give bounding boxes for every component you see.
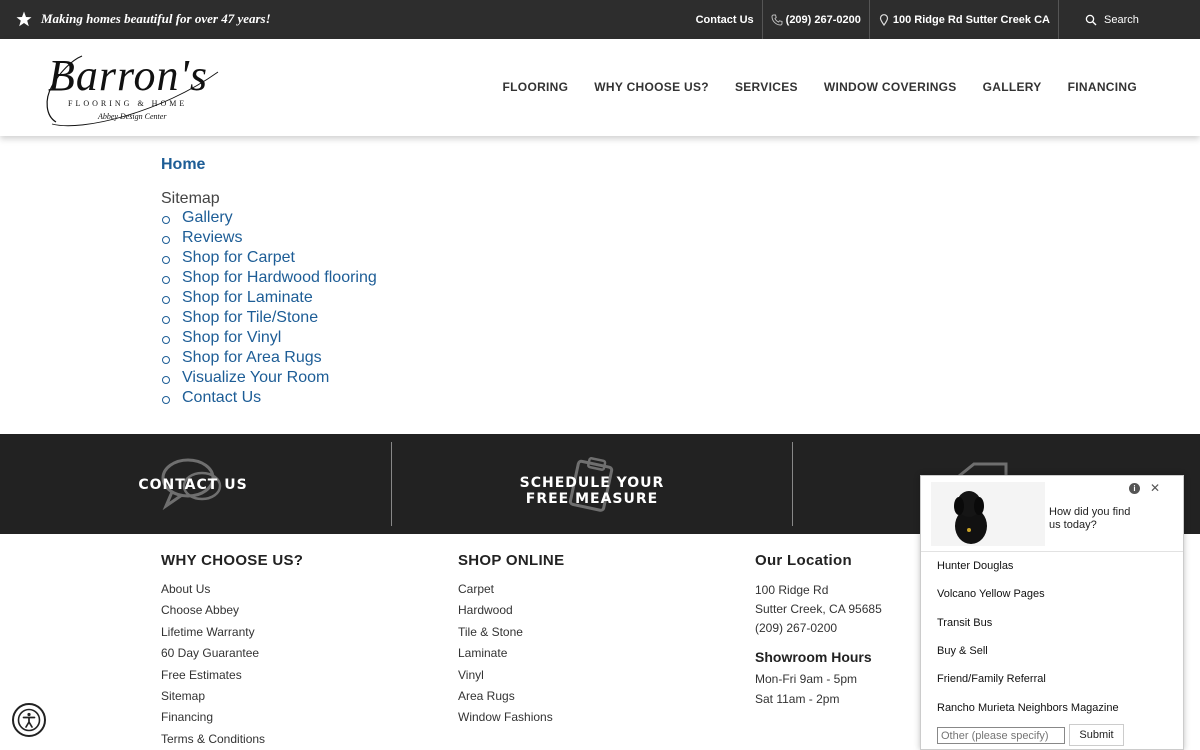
info-icon[interactable]: i xyxy=(1129,483,1140,494)
logo-script: Barron's xyxy=(48,51,209,100)
cta-divider xyxy=(391,442,392,526)
tagline: Making homes beautiful for over 47 years… xyxy=(16,11,271,27)
sitemap-list: Gallery Reviews Shop for Carpet Shop for… xyxy=(161,208,377,408)
sitemap-title: Sitemap xyxy=(161,190,220,207)
survey-divider xyxy=(921,551,1183,552)
survey-submit-button[interactable]: Submit xyxy=(1069,724,1124,746)
nav-flooring[interactable]: FLOORING xyxy=(503,80,569,94)
star-icon xyxy=(16,11,32,27)
survey-option[interactable]: Friend/Family Referral xyxy=(937,673,1046,685)
nav-window-coverings[interactable]: WINDOW COVERINGS xyxy=(824,80,957,94)
survey-question: How did you find us today? xyxy=(1049,506,1131,531)
sitemap-item[interactable]: Shop for Hardwood flooring xyxy=(161,268,377,288)
cta-schedule-line1: SCHEDULE YOUR xyxy=(519,475,665,491)
search-icon xyxy=(1085,14,1097,25)
footer-link[interactable]: Sitemap xyxy=(161,688,303,709)
logo-subtitle: FLOORING & HOME xyxy=(68,99,188,108)
footer-link[interactable]: Free Estimates xyxy=(161,667,303,688)
survey-other-input[interactable] xyxy=(937,727,1065,744)
footer-link[interactable]: Carpet xyxy=(458,581,564,602)
nav-services[interactable]: SERVICES xyxy=(735,80,798,94)
sitemap-item[interactable]: Gallery xyxy=(161,208,377,228)
footer-link[interactable]: About Us xyxy=(161,581,303,602)
cta-contact-label: CONTACT US xyxy=(138,477,248,493)
footer-hours-sat: Sat 11am - 2pm xyxy=(755,692,840,706)
accessibility-button[interactable] xyxy=(12,703,46,737)
footer-link[interactable]: Area Rugs xyxy=(458,688,564,709)
footer-street: 100 Ridge Rd xyxy=(755,583,829,597)
main-content: Home Sitemap Gallery Reviews Shop for Ca… xyxy=(161,156,377,408)
puppy-illustration xyxy=(954,491,987,544)
address-label: 100 Ridge Rd Sutter Creek CA xyxy=(892,13,1050,26)
survey-option[interactable]: Buy & Sell xyxy=(937,645,988,657)
nav-financing[interactable]: FINANCING xyxy=(1068,80,1137,94)
phone-icon xyxy=(771,14,783,26)
sitemap-item[interactable]: Visualize Your Room xyxy=(161,368,377,388)
address-link[interactable]: 100 Ridge Rd Sutter Creek CA xyxy=(868,0,1058,39)
sitemap-item[interactable]: Reviews xyxy=(161,228,377,248)
survey-option[interactable]: Rancho Murieta Neighbors Magazine xyxy=(937,702,1119,714)
footer-link[interactable]: Window Fashions xyxy=(458,709,564,730)
cta-divider xyxy=(792,442,793,526)
footer-link[interactable]: Choose Abbey xyxy=(161,602,303,623)
sitemap-item[interactable]: Shop for Carpet xyxy=(161,248,377,268)
footer-link[interactable]: Laminate xyxy=(458,645,564,666)
survey-option[interactable]: Hunter Douglas xyxy=(937,560,1013,572)
cta-contact[interactable]: CONTACT US xyxy=(90,442,300,526)
top-links: Contact Us (209) 267-0200 100 Ridge Rd S… xyxy=(688,0,1200,39)
footer-location: Our Location 100 Ridge Rd Sutter Creek, … xyxy=(755,552,882,709)
phone-label: (209) 267-0200 xyxy=(785,13,861,26)
footer-why-choose: WHY CHOOSE US? About Us Choose Abbey Lif… xyxy=(161,552,303,750)
footer-why-title: WHY CHOOSE US? xyxy=(161,552,304,569)
survey-option[interactable]: Volcano Yellow Pages xyxy=(937,588,1045,600)
main-nav: FLOORING WHY CHOOSE US? SERVICES WINDOW … xyxy=(503,80,1137,94)
cta-schedule-line2: FREE MEASURE xyxy=(525,491,659,507)
top-bar: Making homes beautiful for over 47 years… xyxy=(0,0,1200,39)
footer-shop-title: SHOP ONLINE xyxy=(458,552,565,569)
footer-hours-weekday: Mon-Fri 9am - 5pm xyxy=(755,672,858,686)
accessibility-icon xyxy=(17,708,41,732)
footer-link[interactable]: Financing xyxy=(161,709,303,730)
footer-link[interactable]: Vinyl xyxy=(458,667,564,688)
search-button[interactable]: Search xyxy=(1058,0,1200,39)
footer-hours-title: Showroom Hours xyxy=(755,649,872,665)
breadcrumb-home[interactable]: Home xyxy=(161,156,377,174)
site-header: Barron's FLOORING & HOME Abbey Design Ce… xyxy=(0,39,1200,136)
footer-city: Sutter Creek, CA 95685 xyxy=(755,602,882,616)
survey-option[interactable]: Transit Bus xyxy=(937,617,992,629)
footer-shop-online: SHOP ONLINE Carpet Hardwood Tile & Stone… xyxy=(458,552,564,731)
sitemap-item[interactable]: Shop for Laminate xyxy=(161,288,377,308)
logo[interactable]: Barron's FLOORING & HOME Abbey Design Ce… xyxy=(42,51,222,128)
contact-link[interactable]: Contact Us xyxy=(688,0,762,39)
search-label: Search xyxy=(1104,13,1139,26)
nav-gallery[interactable]: GALLERY xyxy=(983,80,1042,94)
sitemap-item[interactable]: Contact Us xyxy=(161,388,377,408)
footer-link[interactable]: Lifetime Warranty xyxy=(161,624,303,645)
tagline-text: Making homes beautiful for over 47 years… xyxy=(41,11,271,26)
sitemap-item[interactable]: Shop for Tile/Stone xyxy=(161,308,377,328)
map-pin-icon xyxy=(879,13,888,26)
puppy-image xyxy=(931,482,1045,546)
footer-link[interactable]: Terms & Conditions xyxy=(161,731,303,750)
logo-tagline: Abbey Design Center xyxy=(98,112,167,121)
footer-link[interactable]: Hardwood xyxy=(458,602,564,623)
footer-link[interactable]: Tile & Stone xyxy=(458,624,564,645)
nav-why-choose-us[interactable]: WHY CHOOSE US? xyxy=(594,80,709,94)
survey-popup: How did you find us today? i ✕ Hunter Do… xyxy=(920,475,1184,750)
footer-location-title: Our Location xyxy=(755,552,852,569)
sitemap-item[interactable]: Shop for Vinyl xyxy=(161,328,377,348)
footer-link[interactable]: 60 Day Guarantee xyxy=(161,645,303,666)
cta-schedule[interactable]: SCHEDULE YOUR FREE MEASURE xyxy=(492,442,692,526)
close-icon[interactable]: ✕ xyxy=(1150,481,1160,495)
phone-link[interactable]: (209) 267-0200 xyxy=(761,0,869,39)
footer-phone[interactable]: (209) 267-0200 xyxy=(755,619,882,638)
sitemap-item[interactable]: Shop for Area Rugs xyxy=(161,348,377,368)
contact-link-label: Contact Us xyxy=(695,13,754,26)
